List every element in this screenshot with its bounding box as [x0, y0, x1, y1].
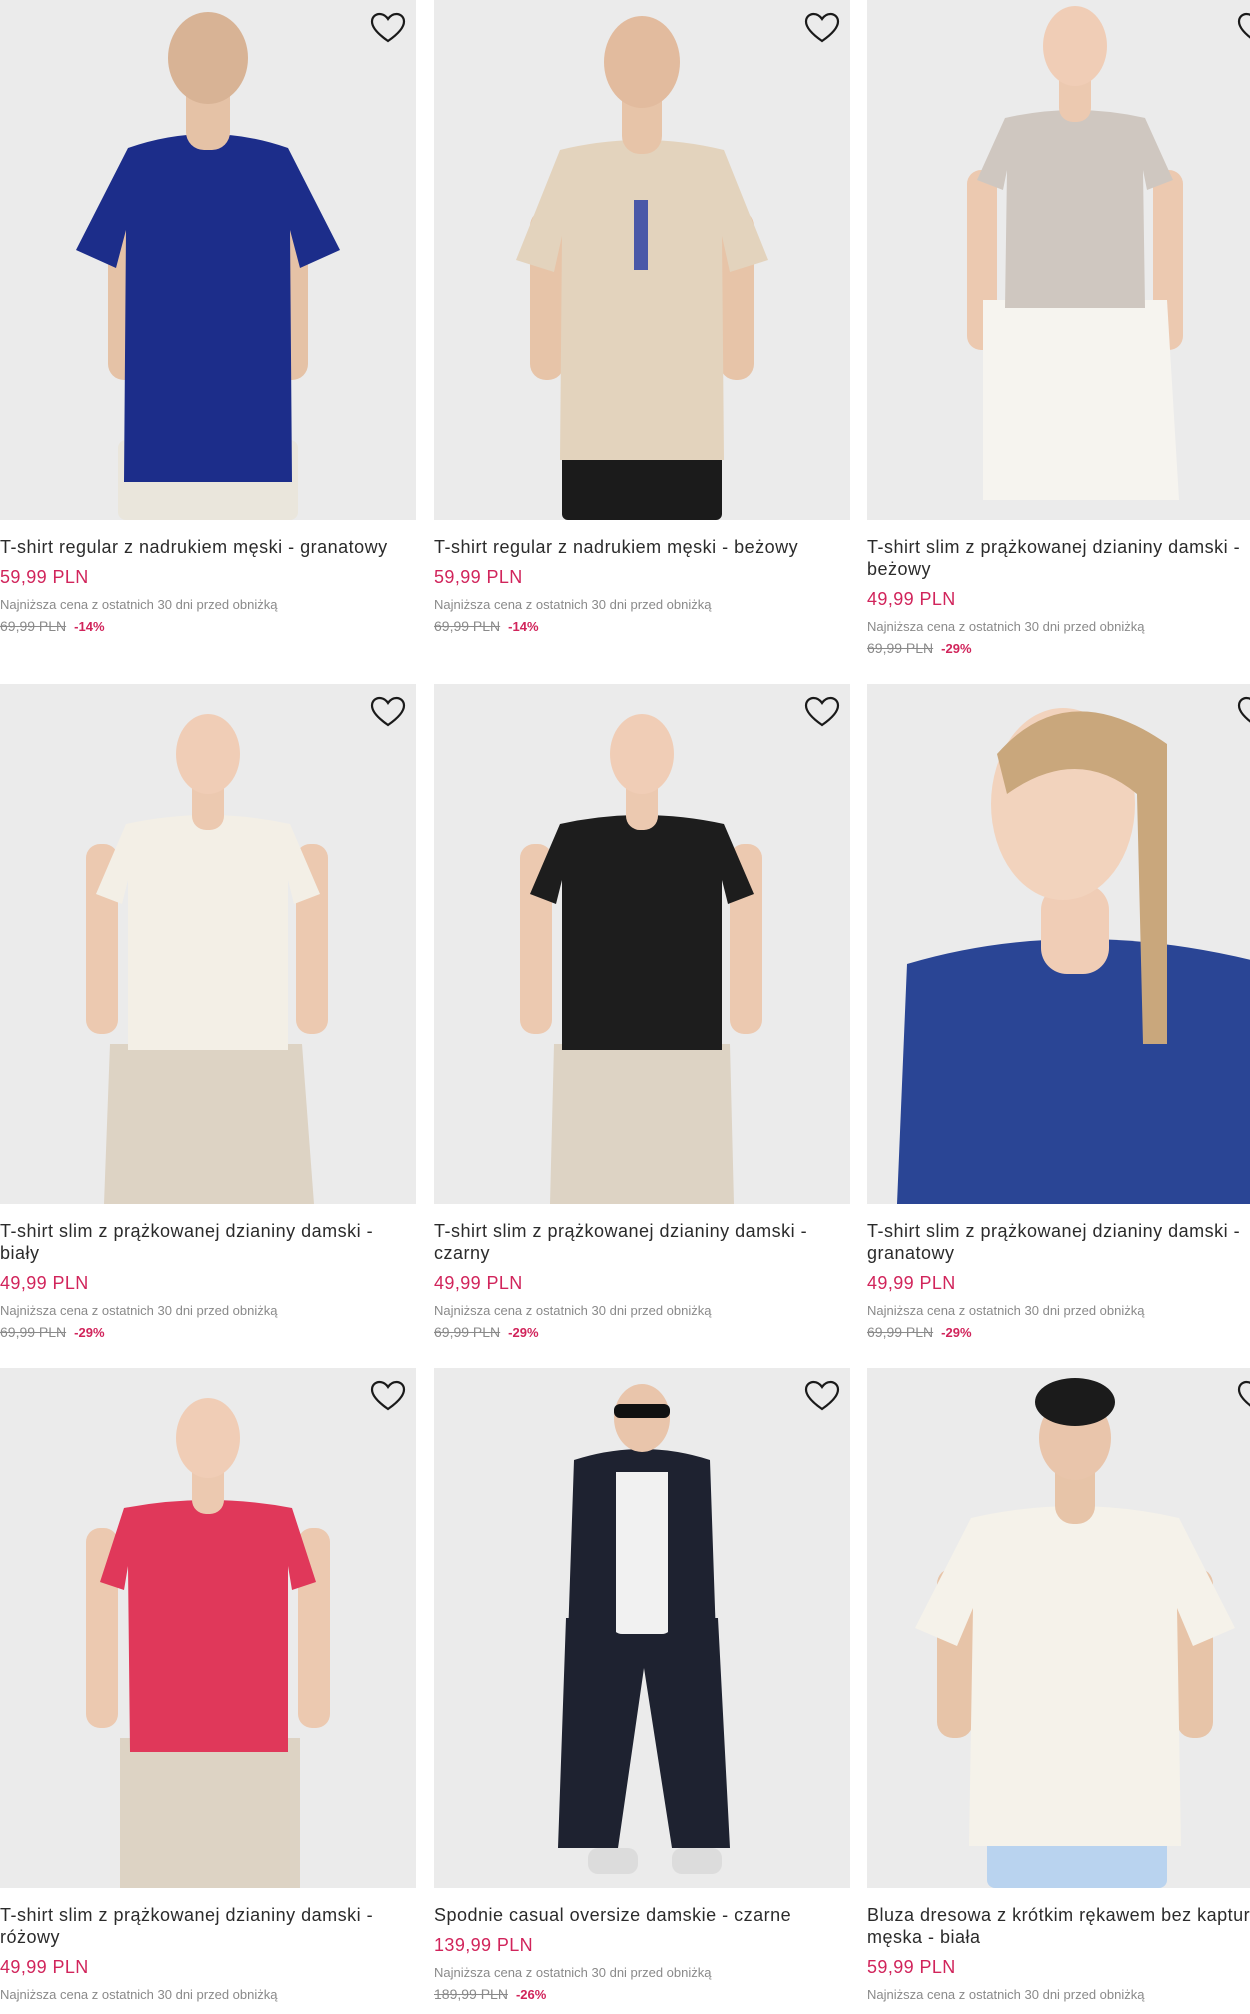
- product-price: 49,99 PLN: [434, 1273, 523, 1293]
- product-image[interactable]: [867, 1368, 1250, 1888]
- discount-badge: -14%: [74, 619, 105, 634]
- old-price-row: 69,99 PLN -29%: [0, 1324, 416, 1341]
- product-photo: [86, 714, 328, 1204]
- old-price: 69,99 PLN: [434, 618, 501, 634]
- discount-badge: -29%: [941, 641, 972, 656]
- product-card[interactable]: T-shirt slim z prążkowanej dzianiny dams…: [0, 1368, 416, 2003]
- old-price: 189,99 PLN: [434, 1986, 508, 2002]
- wishlist-heart-icon[interactable]: [1237, 12, 1250, 44]
- lowest-price-note: Najniższa cena z ostatnich 30 dni przed …: [867, 1987, 1145, 2002]
- product-price: 59,99 PLN: [434, 567, 523, 587]
- lowest-price-note: Najniższa cena z ostatnich 30 dni przed …: [0, 597, 278, 612]
- product-title[interactable]: Spodnie casual oversize damskie - czarne: [434, 1904, 850, 1926]
- product-photo: [967, 6, 1183, 500]
- old-price-row: 69,99 PLN -14%: [434, 618, 850, 635]
- product-title[interactable]: T-shirt regular z nadrukiem męski - gran…: [0, 536, 416, 558]
- lowest-price-note: Najniższa cena z ostatnich 30 dni przed …: [0, 1303, 278, 1318]
- product-card[interactable]: Bluza dresowa z krótkim rękawem bez kapt…: [867, 1368, 1250, 2003]
- product-price: 49,99 PLN: [867, 1273, 956, 1293]
- product-image[interactable]: [867, 0, 1250, 520]
- lowest-price-note: Najniższa cena z ostatnich 30 dni przed …: [434, 597, 712, 612]
- product-image[interactable]: [0, 684, 416, 1204]
- product-price: 49,99 PLN: [0, 1273, 89, 1293]
- product-image[interactable]: [434, 1368, 850, 1888]
- lowest-price-note: Najniższa cena z ostatnich 30 dni przed …: [0, 1987, 278, 2002]
- product-photo: [897, 708, 1250, 1204]
- old-price: 69,99 PLN: [434, 1324, 501, 1340]
- product-image[interactable]: [0, 0, 416, 520]
- old-price-row: 69,99 PLN -14%: [0, 618, 416, 635]
- lowest-price-note: Najniższa cena z ostatnich 30 dni przed …: [867, 619, 1145, 634]
- lowest-price-note: Najniższa cena z ostatnich 30 dni przed …: [434, 1303, 712, 1318]
- wishlist-heart-icon[interactable]: [1237, 1380, 1250, 1412]
- product-image[interactable]: [0, 1368, 416, 1888]
- product-image[interactable]: [434, 684, 850, 1204]
- lowest-price-note: Najniższa cena z ostatnich 30 dni przed …: [867, 1303, 1145, 1318]
- product-card[interactable]: T-shirt regular z nadrukiem męski - beżo…: [434, 0, 850, 635]
- wishlist-heart-icon[interactable]: [370, 12, 406, 44]
- old-price: 69,99 PLN: [867, 640, 934, 656]
- product-title[interactable]: T-shirt slim z prążkowanej dzianiny dams…: [867, 1220, 1250, 1264]
- product-title[interactable]: T-shirt slim z prążkowanej dzianiny dams…: [434, 1220, 850, 1264]
- old-price-row: 69,99 PLN -29%: [867, 1324, 1250, 1341]
- product-card[interactable]: T-shirt slim z prążkowanej dzianiny dams…: [867, 684, 1250, 1341]
- product-grid: T-shirt regular z nadrukiem męski - gran…: [0, 0, 1250, 2014]
- product-photo: [516, 16, 768, 520]
- product-price: 49,99 PLN: [867, 589, 956, 609]
- product-card[interactable]: T-shirt slim z prążkowanej dzianiny dams…: [434, 684, 850, 1341]
- product-card[interactable]: T-shirt slim z prążkowanej dzianiny dams…: [0, 684, 416, 1341]
- product-price: 49,99 PLN: [0, 1957, 89, 1977]
- discount-badge: -29%: [508, 1325, 539, 1340]
- product-title[interactable]: T-shirt slim z prążkowanej dzianiny dams…: [0, 1904, 416, 1948]
- product-title[interactable]: T-shirt regular z nadrukiem męski - beżo…: [434, 536, 850, 558]
- product-photo: [520, 714, 762, 1204]
- product-image[interactable]: [867, 684, 1250, 1204]
- old-price-row: 69,99 PLN -29%: [867, 640, 1250, 657]
- product-title[interactable]: Bluza dresowa z krótkim rękawem bez kapt…: [867, 1904, 1250, 1948]
- product-title[interactable]: T-shirt slim z prążkowanej dzianiny dams…: [867, 536, 1250, 580]
- product-card[interactable]: Spodnie casual oversize damskie - czarne…: [434, 1368, 850, 2003]
- product-photo: [86, 1398, 330, 1888]
- product-photo: [76, 12, 340, 520]
- product-price: 59,99 PLN: [867, 1957, 956, 1977]
- discount-badge: -29%: [74, 1325, 105, 1340]
- old-price-row: 189,99 PLN -26%: [434, 1986, 850, 2003]
- product-photo: [558, 1384, 730, 1874]
- product-photo: [915, 1378, 1235, 1888]
- wishlist-heart-icon[interactable]: [370, 1380, 406, 1412]
- old-price-row: 69,99 PLN -29%: [434, 1324, 850, 1341]
- product-image[interactable]: [434, 0, 850, 520]
- old-price: 69,99 PLN: [867, 1324, 934, 1340]
- product-card[interactable]: T-shirt slim z prążkowanej dzianiny dams…: [867, 0, 1250, 657]
- product-title[interactable]: T-shirt slim z prążkowanej dzianiny dams…: [0, 1220, 416, 1264]
- discount-badge: -26%: [515, 1987, 547, 2002]
- wishlist-heart-icon[interactable]: [804, 12, 840, 44]
- wishlist-heart-icon[interactable]: [370, 696, 406, 728]
- discount-badge: -14%: [508, 619, 539, 634]
- wishlist-heart-icon[interactable]: [1237, 696, 1250, 728]
- old-price: 69,99 PLN: [0, 618, 67, 634]
- old-price: 69,99 PLN: [0, 1324, 67, 1340]
- lowest-price-note: Najniższa cena z ostatnich 30 dni przed …: [434, 1965, 712, 1980]
- product-price: 139,99 PLN: [434, 1935, 534, 1955]
- discount-badge: -29%: [941, 1325, 972, 1340]
- product-price: 59,99 PLN: [0, 567, 89, 587]
- product-card[interactable]: T-shirt regular z nadrukiem męski - gran…: [0, 0, 416, 635]
- wishlist-heart-icon[interactable]: [804, 696, 840, 728]
- wishlist-heart-icon[interactable]: [804, 1380, 840, 1412]
